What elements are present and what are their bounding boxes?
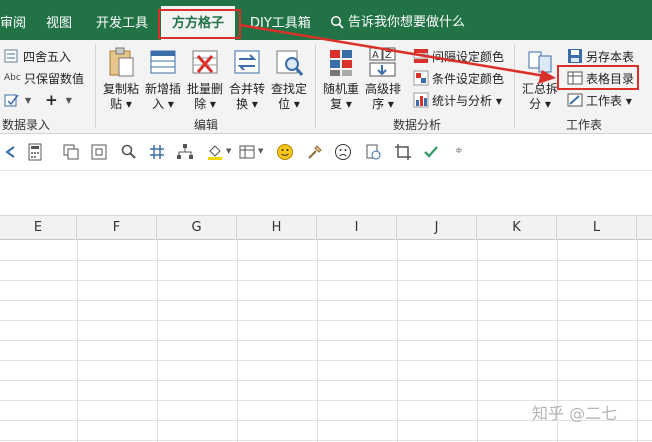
quick-toolbar: ▼ ▼ ≑ [0,135,652,171]
more-options-icon[interactable]: ≑ [455,146,463,156]
smiley-icon[interactable] [276,143,294,161]
grid-line [237,240,238,442]
grid-line [0,360,652,361]
grid-hash-icon[interactable] [148,143,166,161]
select-range-icon[interactable] [90,143,108,161]
column-header[interactable]: J [397,216,477,240]
grid-line [0,380,652,381]
crop-icon[interactable] [394,143,412,161]
format-cells-icon[interactable] [238,143,256,161]
column-headers: E F G H I J K L [0,216,652,240]
grid-line [0,260,652,261]
fill-color-icon[interactable] [206,143,224,161]
brush-icon[interactable] [306,143,324,161]
calculator-icon[interactable] [26,143,44,161]
column-header[interactable]: L [557,216,637,240]
back-arrow-icon[interactable] [2,143,20,161]
grid-line [0,320,652,321]
dropdown-arrow-icon[interactable]: ▼ [258,147,263,155]
formula-area [0,171,652,216]
hierarchy-icon[interactable] [176,143,194,161]
grid-line [637,240,638,442]
grid-line [157,240,158,442]
column-header[interactable]: I [317,216,397,240]
column-header[interactable]: H [237,216,317,240]
grid-line [0,280,652,281]
grid-line [0,440,652,441]
watermark: 知乎 @二七 [532,404,618,423]
column-header[interactable]: F [77,216,157,240]
grid-line [0,340,652,341]
grid-line [477,240,478,442]
checkmark-icon[interactable] [422,143,440,161]
copy-icon[interactable] [62,143,80,161]
grid-line [397,240,398,442]
sad-face-icon[interactable] [334,143,352,161]
document-refresh-icon[interactable] [364,143,382,161]
grid-line [77,240,78,442]
column-header[interactable]: G [157,216,237,240]
column-header[interactable]: E [0,216,77,240]
annotation-arrow-icon [239,23,556,84]
grid-line [0,300,652,301]
grid-line [317,240,318,442]
search-icon[interactable] [120,143,138,161]
dropdown-arrow-icon[interactable]: ▼ [226,147,231,155]
column-header[interactable]: K [477,216,557,240]
